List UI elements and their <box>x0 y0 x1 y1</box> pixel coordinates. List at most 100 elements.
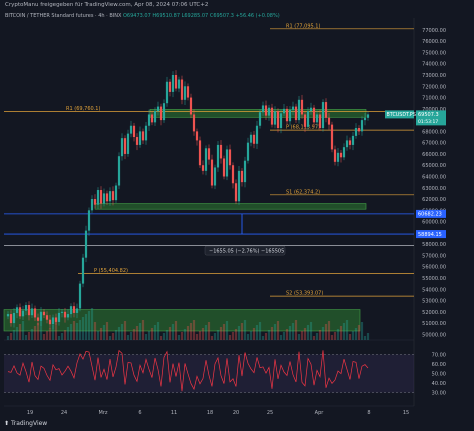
candle-body[interactable] <box>84 230 88 258</box>
candle-body[interactable] <box>327 117 331 125</box>
candle-body[interactable] <box>237 170 241 202</box>
candle-body[interactable] <box>267 107 271 116</box>
candle-body[interactable] <box>78 283 82 309</box>
candle-body[interactable] <box>354 128 358 136</box>
candle-body[interactable] <box>288 109 292 122</box>
support-resistance-zone[interactable] <box>94 203 367 210</box>
candle-body[interactable] <box>189 97 193 115</box>
candle-body[interactable] <box>30 308 34 316</box>
candle-body[interactable] <box>33 308 37 318</box>
candle-body[interactable] <box>18 307 22 317</box>
candle-body[interactable] <box>210 159 214 186</box>
candle-body[interactable] <box>333 149 337 162</box>
candle-body[interactable] <box>177 79 181 89</box>
candle-body[interactable] <box>87 210 91 231</box>
candle-body[interactable] <box>351 135 355 145</box>
candle-body[interactable] <box>81 257 85 284</box>
candle-body[interactable] <box>90 199 94 211</box>
candle-body[interactable] <box>339 152 343 158</box>
candle-body[interactable] <box>222 158 226 177</box>
candle-body[interactable] <box>69 306 73 315</box>
candle-body[interactable] <box>75 308 79 313</box>
candle-body[interactable] <box>162 103 166 121</box>
candle-body[interactable] <box>315 114 319 123</box>
candle-body[interactable] <box>282 108 286 114</box>
candle-body[interactable] <box>366 114 370 118</box>
candle-body[interactable] <box>153 111 157 123</box>
candle-body[interactable] <box>144 125 148 141</box>
candle-body[interactable] <box>285 108 289 122</box>
candle-body[interactable] <box>306 111 310 127</box>
candle-body[interactable] <box>48 319 52 325</box>
candle-body[interactable] <box>6 314 10 317</box>
candle-body[interactable] <box>96 190 100 205</box>
candle-body[interactable] <box>234 183 238 202</box>
candle-body[interactable] <box>357 128 361 132</box>
candle-body[interactable] <box>72 306 76 313</box>
candle-body[interactable] <box>243 160 247 183</box>
candle-body[interactable] <box>132 125 136 138</box>
candle-body[interactable] <box>147 114 151 126</box>
candle-body[interactable] <box>93 199 97 205</box>
candle-body[interactable] <box>9 314 13 324</box>
candle-body[interactable] <box>345 140 349 148</box>
candle-body[interactable] <box>264 105 268 116</box>
candle-body[interactable] <box>39 311 43 321</box>
candle-body[interactable] <box>279 113 283 128</box>
candle-body[interactable] <box>105 193 109 202</box>
candle-body[interactable] <box>57 312 61 322</box>
candle-body[interactable] <box>204 148 208 171</box>
candle-body[interactable] <box>348 140 352 145</box>
candle-body[interactable] <box>15 307 19 313</box>
candle-body[interactable] <box>108 191 112 202</box>
candle-body[interactable] <box>300 99 304 115</box>
candle-body[interactable] <box>150 114 154 123</box>
candle-body[interactable] <box>297 99 301 121</box>
candle-body[interactable] <box>180 79 184 100</box>
candle-body[interactable] <box>273 111 277 125</box>
candle-body[interactable] <box>252 134 256 144</box>
candle-body[interactable] <box>312 107 316 123</box>
candle-body[interactable] <box>213 167 217 186</box>
candle-body[interactable] <box>318 114 322 128</box>
candle-body[interactable] <box>60 311 64 313</box>
candle-body[interactable] <box>102 193 106 204</box>
candle-body[interactable] <box>117 156 121 186</box>
candle-body[interactable] <box>114 185 118 201</box>
candle-body[interactable] <box>270 107 274 125</box>
candle-body[interactable] <box>120 138 124 157</box>
candle-body[interactable] <box>156 106 160 112</box>
candle-body[interactable] <box>276 111 280 128</box>
candle-body[interactable] <box>240 170 244 183</box>
candle-body[interactable] <box>321 102 325 128</box>
candle-body[interactable] <box>12 312 16 324</box>
candle-body[interactable] <box>171 75 175 92</box>
candle-body[interactable] <box>63 311 67 318</box>
candle-body[interactable] <box>183 86 187 100</box>
candle-body[interactable] <box>27 305 31 316</box>
candle-body[interactable] <box>363 117 367 121</box>
candle-body[interactable] <box>324 102 328 118</box>
candle-body[interactable] <box>198 140 202 166</box>
candle-body[interactable] <box>258 112 262 126</box>
candle-body[interactable] <box>246 142 250 161</box>
candle-body[interactable] <box>207 148 211 160</box>
candle-body[interactable] <box>66 314 70 318</box>
candle-body[interactable] <box>225 149 229 177</box>
candle-body[interactable] <box>360 120 364 132</box>
candle-body[interactable] <box>336 152 340 162</box>
candle-body[interactable] <box>249 134 253 143</box>
candle-body[interactable] <box>228 149 232 166</box>
tradingview-logo[interactable]: ⬆︎ TradingView <box>4 420 47 427</box>
candle-body[interactable] <box>24 305 28 311</box>
candle-body[interactable] <box>219 144 223 159</box>
candle-body[interactable] <box>126 133 130 154</box>
candle-body[interactable] <box>201 165 205 171</box>
candle-body[interactable] <box>255 125 259 144</box>
candle-body[interactable] <box>330 124 334 150</box>
candle-body[interactable] <box>192 114 196 132</box>
candle-body[interactable] <box>195 131 199 141</box>
candle-body[interactable] <box>123 138 127 154</box>
candle-body[interactable] <box>168 81 172 92</box>
candle-body[interactable] <box>45 315 49 320</box>
